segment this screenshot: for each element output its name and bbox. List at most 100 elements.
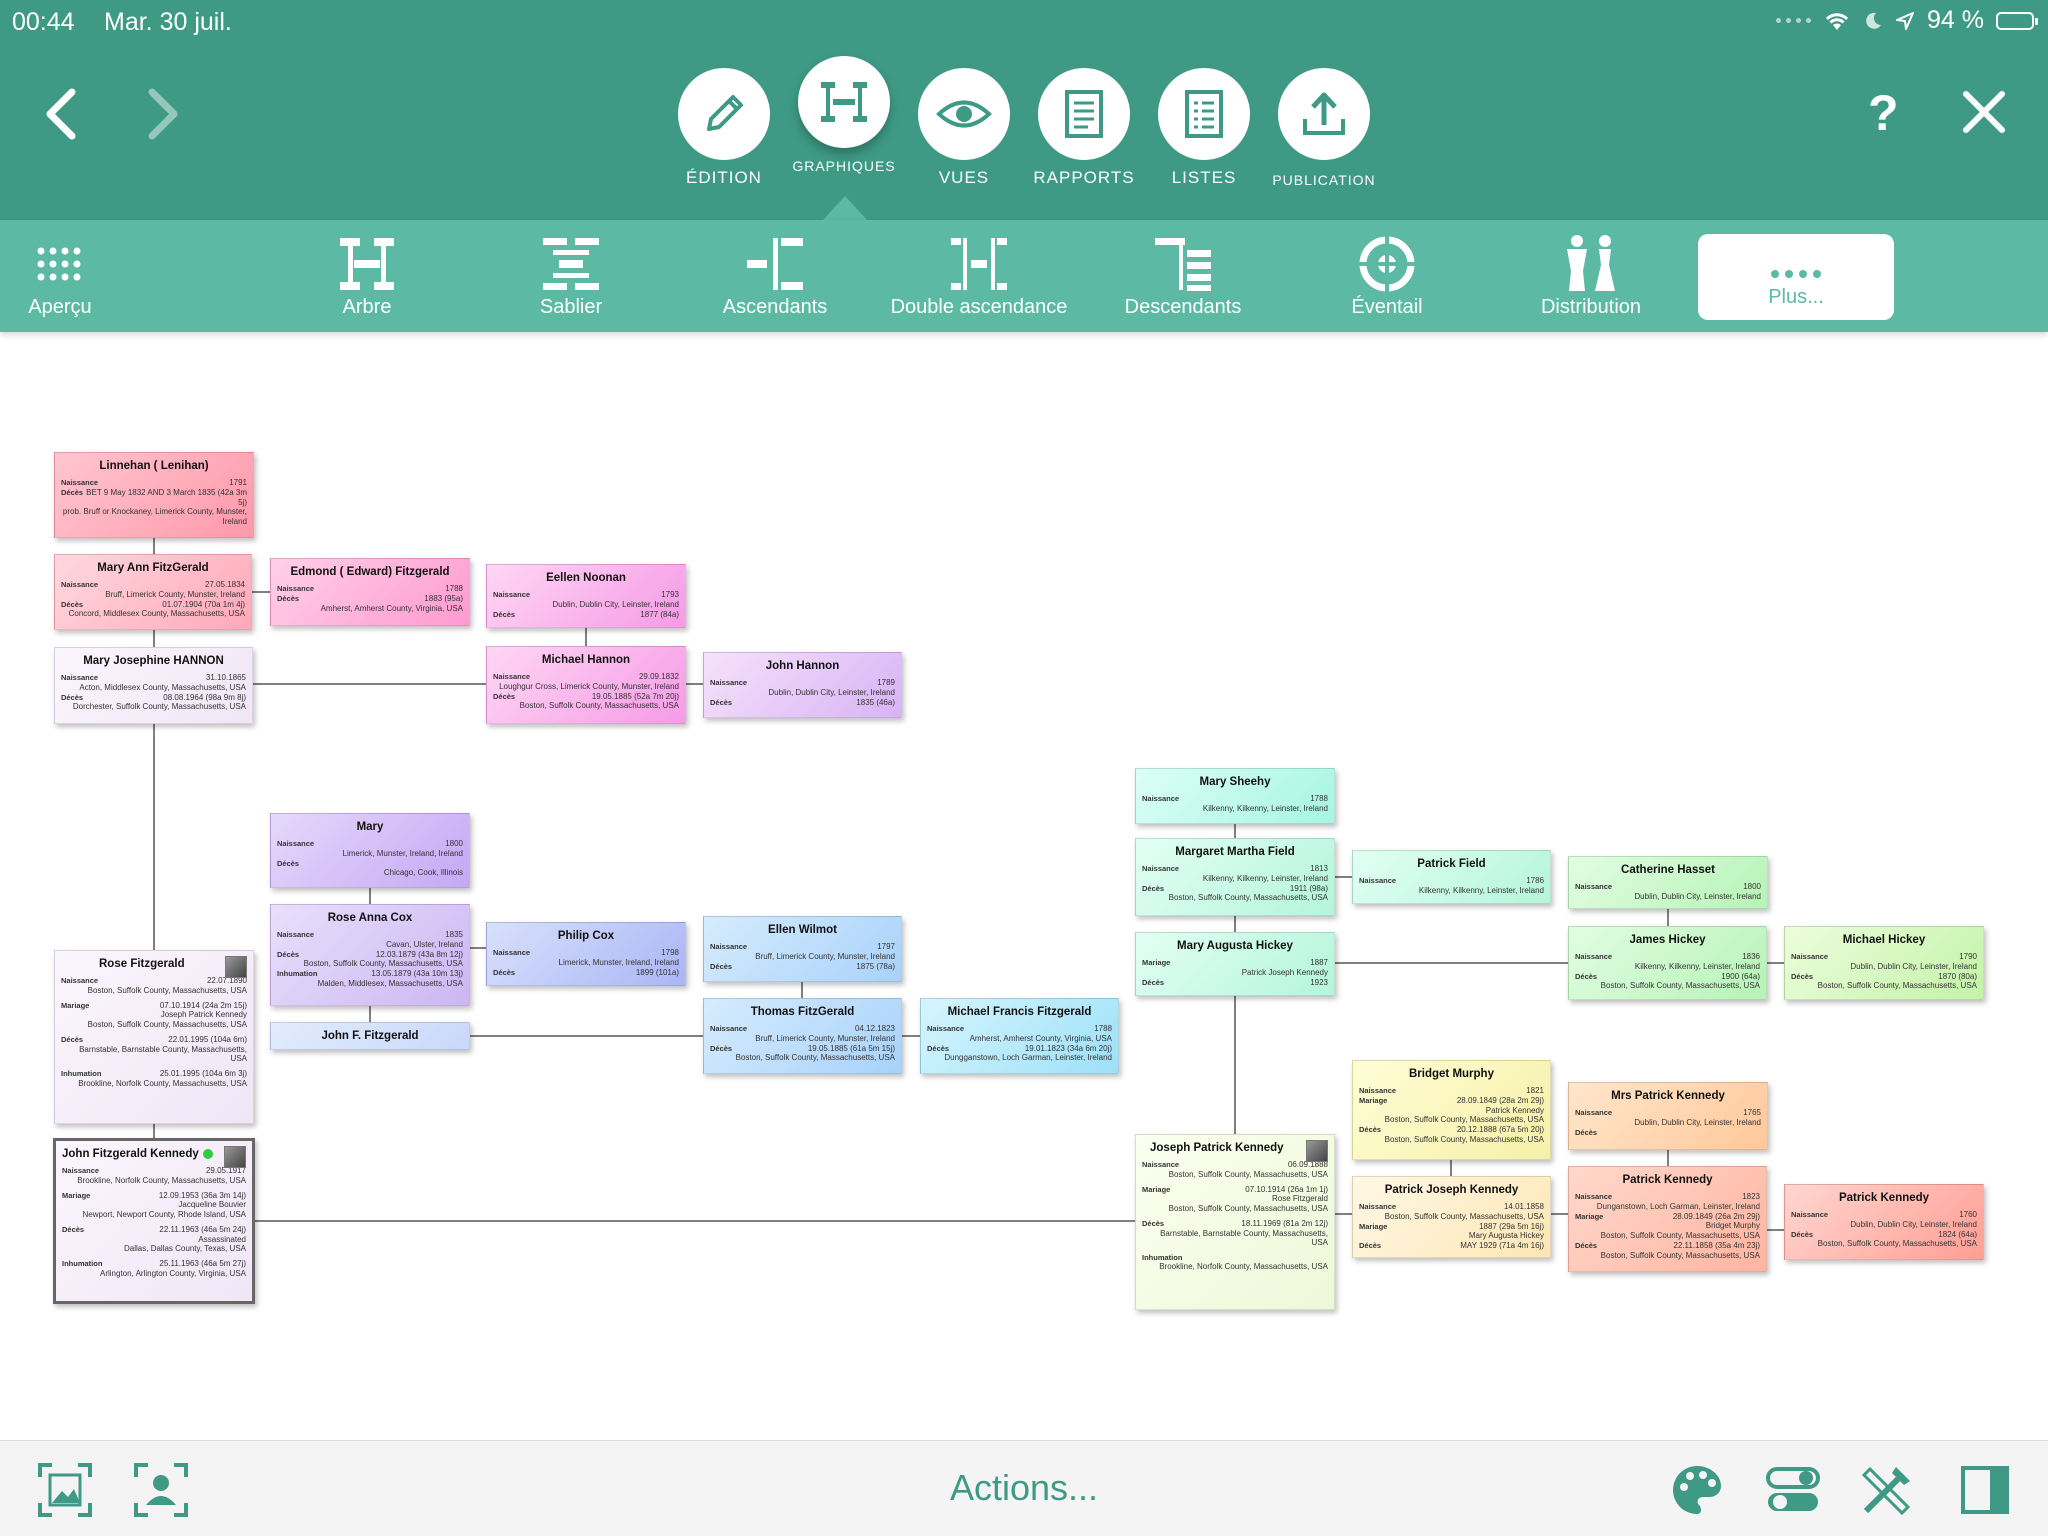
sub-tab-eventail[interactable]: Éventail (1287, 234, 1487, 319)
event-row: Mariage 1887 (29a 5m 16j) (1359, 1222, 1544, 1232)
event-label: Naissance (710, 678, 748, 688)
person-card-mary-augusta-hickey[interactable]: Mary Augusta Hickey Mariage 1887 Patrick … (1135, 932, 1335, 996)
back-button[interactable] (40, 88, 84, 140)
tab-publication-label: PUBLICATION (1272, 172, 1376, 188)
sub-tab-apercu[interactable]: Aperçu (0, 234, 160, 319)
event-detail: Joseph Patrick Kennedy (160, 1010, 247, 1020)
person-card-mary[interactable]: Mary Naissance 1800 Limerick, Munster, Ir… (270, 813, 470, 888)
more-icon (1698, 270, 1894, 278)
person-card-mrs-patrick-kennedy[interactable]: Mrs Patrick Kennedy Naissance 1765 Dublin… (1568, 1082, 1768, 1150)
event-row: Décès 1824 (64a) (1791, 1230, 1977, 1240)
person-name: Rose Anna Cox (327, 912, 413, 924)
person-card-catherine-hasset[interactable]: Catherine Hasset Naissance 1800 Dublin, D… (1568, 856, 1768, 909)
event-value: 1900 (64a) (1721, 971, 1760, 981)
person-card-mary-sheehy[interactable]: Mary Sheehy Naissance 1788 Kilkenny, Kilk… (1135, 768, 1335, 824)
sub-tab-double-ascendance[interactable]: Double ascendance (879, 234, 1079, 319)
person-card-philip-cox[interactable]: Philip Cox Naissance 1798 Limerick, Munst… (486, 922, 686, 986)
person-name: Mrs Patrick Kennedy (1611, 1090, 1725, 1102)
sidebar-toggle-icon[interactable] (1958, 1463, 2012, 1517)
person-card-linnehan[interactable]: Linnehan ( Lenihan) Naissance 1791 Décès B… (54, 452, 254, 538)
event-label: Décès (710, 1043, 733, 1053)
help-button[interactable]: ? (1868, 84, 1899, 142)
event-row: Décès 1923 (1142, 978, 1328, 988)
event-value: 25.01.1995 (104a 6m 3j) (159, 1069, 247, 1079)
tab-graphiques[interactable]: GRAPHIQUES (789, 56, 899, 174)
event-detail: Boston, Suffolk County, Massachusetts, U… (1600, 1250, 1760, 1260)
event-detail: Patrick Joseph Kennedy (1241, 967, 1328, 977)
sub-tab-apercu-label: Aperçu (28, 296, 92, 318)
event-value: 22.01.1995 (104a 6m) (168, 1034, 247, 1044)
tab-rapports[interactable]: RAPPORTS (1029, 68, 1139, 188)
toggles-icon[interactable] (1766, 1463, 1820, 1517)
event-row: Décès 12.03.1879 (43a 8m 12j) (277, 950, 463, 960)
event-label: Naissance (61, 478, 99, 488)
event-detail: Loughgur Cross, Limerick County, Munster… (499, 681, 679, 691)
person-card-john-hannon[interactable]: John Hannon Naissance 1789 Dublin, Dublin… (703, 652, 902, 718)
person-card-james-hickey[interactable]: James Hickey Naissance 1836 Kilkenny, Kil… (1568, 926, 1767, 1000)
tab-edition[interactable]: ÉDITION (669, 68, 779, 188)
event-label: Mariage (62, 1190, 91, 1200)
person-card-john-fitzgerald-kennedy[interactable]: John Fitzgerald Kennedy Naissance 29.05.1… (53, 1138, 255, 1304)
person-card-eellen-noonan[interactable]: Eellen Noonan Naissance 1793 Dublin, Dubl… (486, 564, 686, 628)
event-detail: Brookline, Norfolk County, Massachusetts… (78, 1078, 247, 1088)
person-card-rose-fitzgerald[interactable]: Rose Fitzgerald Naissance 22.07.1890 Bost… (54, 950, 254, 1124)
event-label: Décès (61, 487, 84, 497)
person-card-rose-anna-cox[interactable]: Rose Anna Cox Naissance 1835 Cavan, Ulste… (270, 904, 470, 1006)
person-card-patrick-kennedy-1760[interactable]: Patrick Kennedy Naissance 1760 Dublin, Du… (1784, 1184, 1984, 1260)
event-label: Décès (1791, 1229, 1814, 1239)
event-row: Décès 1870 (80a) (1791, 972, 1977, 982)
event-label: Naissance (710, 1024, 748, 1034)
event-row: Naissance 29.05.1917 (62, 1166, 246, 1176)
event-detail: Boston, Suffolk County, Massachusetts, U… (1168, 893, 1328, 903)
event-detail: Patrick Kennedy (1485, 1105, 1544, 1115)
event-label: Mariage (1359, 1221, 1388, 1231)
tab-vues[interactable]: VUES (909, 68, 1019, 188)
event-row: Décès 22.01.1995 (104a 6m) (61, 1035, 247, 1045)
event-value: 1788 (1094, 1024, 1112, 1034)
event-detail: Boston, Suffolk County, Massachusetts, U… (1384, 1115, 1544, 1125)
person-card-thomas-fitzgerald[interactable]: Thomas FitzGerald Naissance 04.12.1823 Br… (703, 998, 902, 1074)
event-row: Naissance 1788 (1142, 794, 1328, 804)
event-detail: Dublin, Dublin City, Leinster, Ireland (1850, 961, 1977, 971)
person-card-ellen-wilmot[interactable]: Ellen Wilmot Naissance 1797 Bruff, Limeri… (703, 916, 902, 982)
person-name: Margaret Martha Field (1175, 846, 1295, 858)
event-label: Inhumation (277, 969, 318, 979)
event-label: Naissance (1575, 952, 1613, 962)
event-detail: Boston, Suffolk County, Massachusetts, U… (87, 985, 247, 995)
person-card-mary-josephine-hannon[interactable]: Mary Josephine HANNON Naissance 31.10.186… (54, 647, 253, 724)
event-row: Décès BET 9 May 1832 AND 3 March 1835 (42… (61, 488, 247, 508)
event-value: 22.11.1963 (46a 5m 24j) (159, 1224, 246, 1234)
sub-tab-distribution[interactable]: Distribution (1491, 234, 1691, 319)
tree-icon (267, 234, 467, 294)
event-value (1182, 1253, 1328, 1262)
sub-tab-plus[interactable]: Plus... (1698, 234, 1894, 320)
event-value: 12.03.1879 (43a 8m 12j) (375, 949, 463, 959)
forward-button[interactable] (140, 88, 184, 140)
person-card-patrick-field[interactable]: Patrick Field Naissance 1786 Kilkenny, Ki… (1352, 850, 1551, 904)
tools-icon[interactable] (1860, 1463, 1914, 1517)
actions-button[interactable]: Actions... (0, 1467, 2048, 1509)
person-card-michael-hickey[interactable]: Michael Hickey Naissance 1790 Dublin, Dub… (1784, 926, 1984, 1000)
palette-icon[interactable] (1670, 1463, 1724, 1517)
sub-tab-descendants[interactable]: Descendants (1083, 234, 1283, 319)
person-card-mary-ann-fitzgerald[interactable]: Mary Ann FitzGerald Naissance 27.05.1834 … (54, 554, 252, 630)
person-card-margaret-martha-field[interactable]: Margaret Martha Field Naissance 1813 Kilk… (1135, 838, 1335, 916)
person-card-michael-francis-fitzgerald[interactable]: Michael Francis Fitzgerald Naissance 1788… (920, 998, 1119, 1074)
sub-tab-ascendants[interactable]: Ascendants (675, 234, 875, 319)
person-card-patrick-joseph-kennedy[interactable]: Patrick Joseph Kennedy Naissance 14.01.18… (1352, 1176, 1551, 1258)
event-row: Naissance 04.12.1823 (710, 1024, 895, 1034)
close-button[interactable] (1960, 88, 2008, 136)
sub-tab-sablier[interactable]: Sablier (471, 234, 671, 319)
person-card-joseph-patrick-kennedy[interactable]: Joseph Patrick Kennedy Naissance 06.09.18… (1135, 1134, 1335, 1310)
event-value: 1765 (1743, 1108, 1761, 1118)
person-name: Mary (356, 821, 384, 833)
person-card-edmond-fitzgerald[interactable]: Edmond ( Edward) Fitzgerald Naissance 178… (270, 558, 470, 626)
person-card-bridget-murphy[interactable]: Bridget Murphy Naissance 1821 Mariage 28.0… (1352, 1060, 1551, 1160)
sub-tab-arbre[interactable]: Arbre (267, 234, 467, 319)
person-card-michael-hannon[interactable]: Michael Hannon Naissance 29.09.1832 Lough… (486, 646, 686, 724)
tab-listes[interactable]: LISTES (1149, 68, 1259, 188)
person-card-john-f-fitzgerald[interactable]: John F. Fitzgerald (270, 1022, 470, 1050)
event-detail: Kilkenny, Kilkenny, Leinster, Ireland (1418, 885, 1544, 895)
person-card-patrick-kennedy-1823[interactable]: Patrick Kennedy Naissance 1823 Dunganstow… (1568, 1166, 1767, 1272)
tab-publication[interactable]: PUBLICATION (1269, 68, 1379, 188)
